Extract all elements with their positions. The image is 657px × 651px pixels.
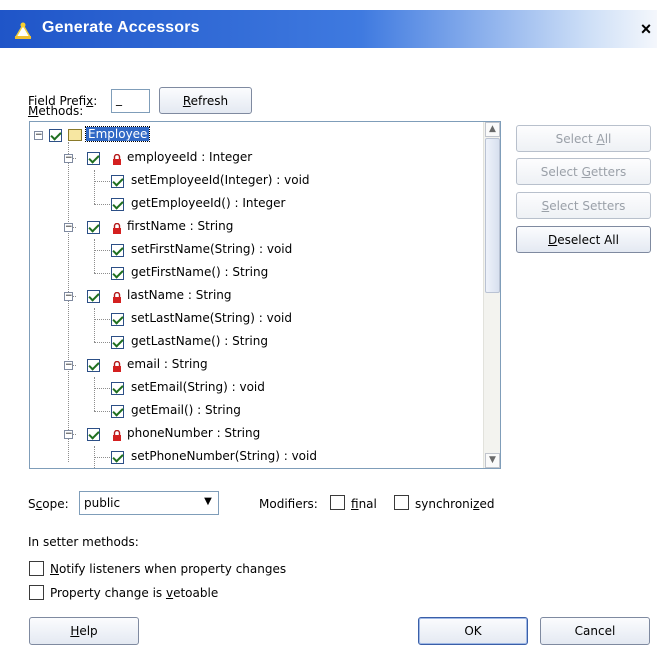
method-checkbox[interactable] [111,451,124,464]
scope-label: Scope: [28,497,69,511]
select-setters-button[interactable]: Select Setters [516,192,651,219]
tree-field-row[interactable]: − phoneNumber : String [30,423,480,445]
method-label: getLastName() : String [131,334,268,348]
field-prefix-input[interactable]: _ [111,89,150,113]
method-checkbox[interactable] [111,405,124,418]
collapse-icon[interactable]: − [64,361,73,370]
synchronized-checkbox[interactable] [394,495,409,510]
tree-method-row[interactable]: setEmployeeId(Integer) : void [30,170,480,192]
scope-select[interactable]: public ▼ [79,491,219,515]
method-checkbox[interactable] [111,244,124,257]
final-checkbox[interactable] [330,495,345,510]
field-checkbox[interactable] [87,428,100,441]
method-label: setEmployeeId(Integer) : void [131,173,310,187]
scroll-down-icon[interactable]: ▼ [485,453,500,468]
vetoable-label: Property change is vetoable [50,586,219,600]
scroll-thumb[interactable] [485,138,500,293]
method-checkbox[interactable] [111,336,124,349]
collapse-icon[interactable]: − [64,430,73,439]
collapse-icon[interactable]: − [34,131,43,140]
method-checkbox[interactable] [111,267,124,280]
field-label: phoneNumber : String [127,426,261,440]
method-checkbox[interactable] [111,382,124,395]
tree-method-row[interactable]: getLastName() : String [30,331,480,353]
class-icon [68,129,82,141]
field-label: employeeId : Integer [127,150,253,164]
title-bar[interactable]: Generate Accessors × [0,10,657,48]
lock-icon [113,154,121,165]
tree-root-row[interactable]: − Employee [30,124,480,146]
field-checkbox[interactable] [87,359,100,372]
method-label: setEmail(String) : void [131,380,265,394]
lock-icon [113,361,121,372]
lock-icon [113,292,121,303]
methods-tree[interactable]: − Employee − employeeId : Integer setEmp… [29,121,501,469]
select-all-button[interactable]: Select All [516,125,651,152]
close-icon[interactable]: × [637,20,655,40]
tree-method-row[interactable]: getEmployeeId() : Integer [30,193,480,215]
methods-label: Methods: [28,104,84,118]
field-label: email : String [127,357,208,371]
field-label: lastName : String [127,288,232,302]
deselect-all-button[interactable]: Deselect All [516,226,651,253]
notify-checkbox[interactable] [29,561,44,576]
refresh-button[interactable]: Refresh [159,87,252,114]
collapse-icon[interactable]: − [64,154,73,163]
ok-button[interactable]: OK [418,617,528,645]
tree-method-row[interactable]: setFirstName(String) : void [30,239,480,261]
field-checkbox[interactable] [87,221,100,234]
field-checkbox[interactable] [87,290,100,303]
tree-scrollbar[interactable]: ▲ ▼ [483,122,500,468]
tree-method-row[interactable]: setEmail(String) : void [30,377,480,399]
generate-accessors-icon [14,22,32,39]
method-checkbox[interactable] [111,198,124,211]
tree-field-row[interactable]: − email : String [30,354,480,376]
chevron-down-icon[interactable]: ▼ [199,493,217,511]
collapse-icon[interactable]: − [64,223,73,232]
method-label: setPhoneNumber(String) : void [131,449,317,463]
method-label: setFirstName(String) : void [131,242,293,256]
cancel-button[interactable]: Cancel [540,617,650,645]
final-label: final [351,497,377,511]
method-label: getEmployeeId() : Integer [131,196,286,210]
tree-field-row[interactable]: − lastName : String [30,285,480,307]
method-checkbox[interactable] [111,313,124,326]
tree-method-row[interactable]: getFirstName() : String [30,262,480,284]
field-checkbox[interactable] [87,152,100,165]
setter-section-label: In setter methods: [28,535,139,549]
tree-method-row[interactable]: setPhoneNumber(String) : void [30,446,480,468]
tree-method-row[interactable]: getEmail() : String [30,400,480,422]
window-title: Generate Accessors [42,19,200,36]
select-getters-button[interactable]: Select Getters [516,158,651,185]
help-button[interactable]: Help [29,617,139,645]
method-label: getFirstName() : String [131,265,269,279]
scroll-up-icon[interactable]: ▲ [485,122,500,137]
method-label: getEmail() : String [131,403,241,417]
method-checkbox[interactable] [111,175,124,188]
tree-field-row[interactable]: − firstName : String [30,216,480,238]
modifiers-label: Modifiers: [259,497,318,511]
tree-root-label[interactable]: Employee [84,126,151,142]
field-label: firstName : String [127,219,234,233]
tree-field-row[interactable]: − employeeId : Integer [30,147,480,169]
scope-value: public [84,496,121,510]
synchronized-label: synchronized [415,497,495,511]
lock-icon [113,430,121,441]
tree-method-row[interactable]: setLastName(String) : void [30,308,480,330]
method-label: setLastName(String) : void [131,311,292,325]
employee-checkbox[interactable] [49,129,62,142]
collapse-icon[interactable]: − [64,292,73,301]
lock-icon [113,223,121,234]
vetoable-checkbox[interactable] [29,585,44,600]
notify-label: Notify listeners when property changes [50,562,287,576]
